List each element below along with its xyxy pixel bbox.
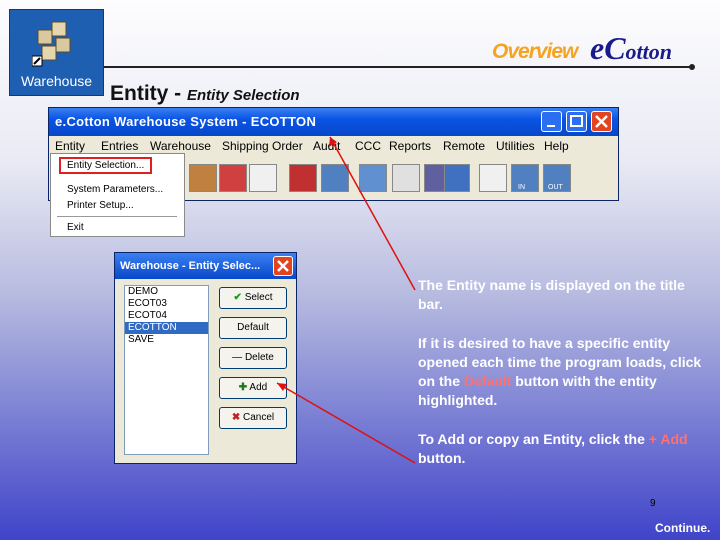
note-title-bar: The Entity name is displayed on the titl… bbox=[418, 277, 685, 312]
continue-link[interactable]: Continue. bbox=[655, 521, 710, 535]
note-add-post: button. bbox=[418, 450, 466, 466]
pointer-line-titlebar bbox=[329, 136, 416, 291]
pointer-line-add bbox=[276, 382, 416, 464]
page-number: 9 bbox=[650, 498, 656, 509]
note-default: If it is desired to have a specific enti… bbox=[418, 334, 713, 410]
arrowhead-add bbox=[277, 383, 287, 391]
note-add-pre: To Add or copy an Entity, click the bbox=[418, 431, 649, 447]
note-add: To Add or copy an Entity, click the + Ad… bbox=[418, 430, 698, 468]
note-add-highlight: + Add bbox=[648, 431, 688, 447]
note-default-highlight: Default bbox=[463, 373, 512, 389]
arrowhead-titlebar bbox=[329, 137, 337, 147]
